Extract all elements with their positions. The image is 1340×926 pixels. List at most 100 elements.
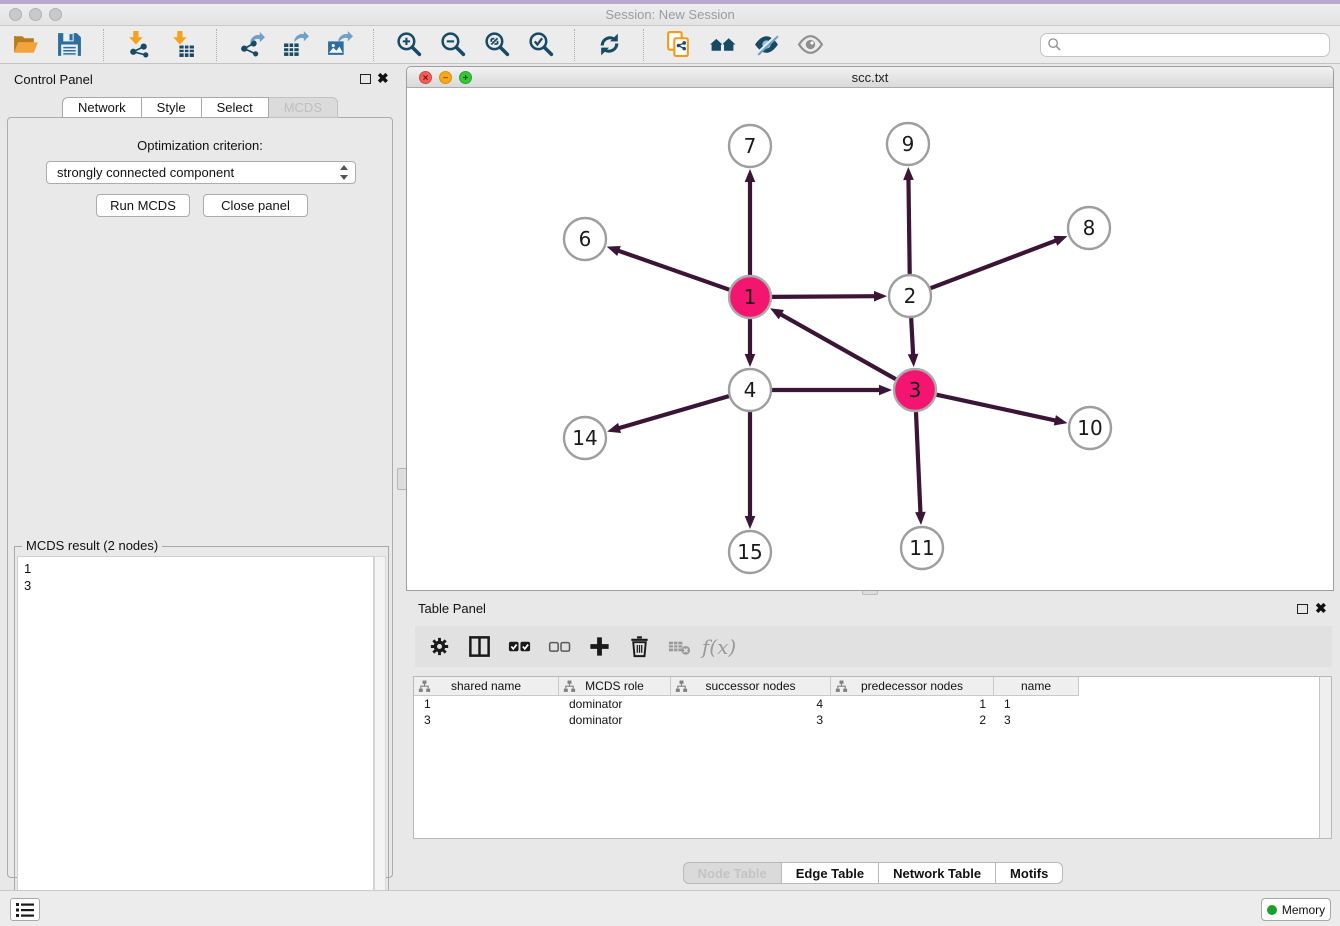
network-canvas[interactable]: 1234678910111415 [407,88,1333,590]
tab-style[interactable]: Style [142,97,202,118]
column-label: name [1021,679,1051,693]
hide-eye-icon[interactable] [749,29,783,61]
tab-node-table[interactable]: Node Table [683,862,782,884]
graph-edge-2-9[interactable] [908,177,909,274]
add-row-icon[interactable] [585,633,613,661]
cell-name[interactable]: 3 [994,712,1079,728]
run-mcds-button[interactable]: Run MCDS [96,194,190,217]
open-session-icon[interactable] [8,29,42,61]
table-panel-close-icon[interactable]: ✖ [1315,600,1327,617]
mcds-result-text[interactable]: 1 3 [17,556,374,920]
table-panel-title: Table Panel [418,601,486,616]
graph-node-label-8: 8 [1083,216,1096,240]
graph-edge-arrow-2-8 [1053,236,1067,246]
delete-row-icon[interactable] [625,633,653,661]
cell-predecessor-nodes[interactable]: 2 [831,712,994,728]
column-label: shared name [451,679,521,693]
split-view-icon[interactable] [465,633,493,661]
main-toolbar-icons [8,29,827,61]
control-panel: Control Panel ✖ NetworkStyleSelectMCDS O… [0,66,400,884]
column-header-name[interactable]: name [994,677,1079,696]
network-documents-icon[interactable] [661,29,695,61]
tab-select[interactable]: Select [202,97,269,118]
graph-edge-3-10[interactable] [936,395,1057,421]
tab-motifs[interactable]: Motifs [996,862,1063,884]
cell-shared-name[interactable]: 1 [414,696,559,712]
graph-edge-1-2[interactable] [772,296,877,297]
graph-edge-arrow-1-4 [745,354,756,367]
home-view-icon[interactable] [705,29,739,61]
list-icon [14,901,36,919]
cell-predecessor-nodes[interactable]: 1 [831,696,994,712]
cell-MCDS-role[interactable]: dominator [559,696,671,712]
graph-edge-arrow-1-6 [607,246,621,256]
memory-button[interactable]: Memory [1261,898,1331,921]
import-network-icon[interactable] [121,29,155,61]
settings-icon[interactable] [425,633,453,661]
graph-node-label-6: 6 [579,227,592,251]
close-panel-button[interactable]: Close panel [203,194,308,217]
zoom-in-icon[interactable] [391,29,425,61]
cell-MCDS-role[interactable]: dominator [559,712,671,728]
deselect-all-icon[interactable] [545,633,573,661]
save-session-icon[interactable] [52,29,86,61]
select-all-icon[interactable] [505,633,533,661]
table-row[interactable]: 3dominator323 [414,712,1331,728]
task-history-button[interactable] [10,898,40,921]
column-header-shared-name[interactable]: shared name [414,677,559,696]
graph-edge-4-14[interactable] [617,396,729,429]
mcds-result-group: MCDS result (2 nodes) 1 3 [14,546,389,923]
graph-edge-arrow-1-7 [745,169,756,182]
graph-node-label-9: 9 [902,132,915,156]
graph-edge-arrow-2-3 [908,354,919,367]
network-window-title: scc.txt [407,70,1333,85]
search-field-wrap [1040,33,1330,57]
node-table-header: shared name MCDS role successor nodes prede… [414,677,1331,696]
export-image-icon[interactable] [322,29,356,61]
zoom-fit-icon[interactable] [479,29,513,61]
mcds-result-scrollbar[interactable] [374,556,386,920]
cell-shared-name[interactable]: 3 [414,712,559,728]
column-header-predecessor-nodes[interactable]: predecessor nodes [831,677,994,696]
tab-mcds[interactable]: MCDS [269,97,338,118]
graph-node-label-7: 7 [744,134,757,158]
graph-edge-3-1[interactable] [779,313,896,379]
column-label: predecessor nodes [861,679,963,693]
table-row[interactable]: 1dominator411 [414,696,1331,712]
column-header-MCDS-role[interactable]: MCDS role [559,677,671,696]
table-panel-float-icon[interactable] [1297,604,1308,614]
toolbar-separator [216,29,217,61]
cell-successor-nodes[interactable]: 4 [671,696,831,712]
zoom-selected-icon[interactable] [523,29,557,61]
cell-name[interactable]: 1 [994,696,1079,712]
window-title: Session: New Session [0,7,1340,22]
graph-edge-2-8[interactable] [931,240,1059,288]
tab-edge-table[interactable]: Edge Table [782,862,879,884]
graph-edge-1-6[interactable] [616,250,729,290]
column-header-successor-nodes[interactable]: successor nodes [671,677,831,696]
graph-edge-arrow-2-9 [903,167,914,180]
graph-edge-arrow-4-3 [879,385,892,396]
toolbar-separator [643,29,644,61]
control-panel-float-icon[interactable] [360,74,371,84]
export-table-icon[interactable] [278,29,312,61]
graph-node-label-15: 15 [737,540,762,564]
hierarchy-sort-icon [563,680,576,693]
refresh-icon[interactable] [592,29,626,61]
zoom-out-icon[interactable] [435,29,469,61]
graph-edge-2-3[interactable] [911,318,913,357]
control-panel-tabs: NetworkStyleSelectMCDS [0,97,400,118]
node-table-scrollbar[interactable] [1319,677,1331,838]
column-label: MCDS role [585,679,644,693]
export-network-icon[interactable] [234,29,268,61]
graph-edge-3-11[interactable] [916,412,921,515]
control-panel-body: Optimization criterion: strongly connect… [7,117,393,878]
search-input[interactable] [1040,33,1330,57]
criterion-select[interactable]: strongly connected component [46,161,356,184]
tab-network-table[interactable]: Network Table [879,862,996,884]
control-panel-close-icon[interactable]: ✖ [377,70,389,87]
tab-network[interactable]: Network [62,97,142,118]
cell-successor-nodes[interactable]: 3 [671,712,831,728]
hierarchy-sort-icon [675,680,688,693]
import-table-icon[interactable] [165,29,199,61]
